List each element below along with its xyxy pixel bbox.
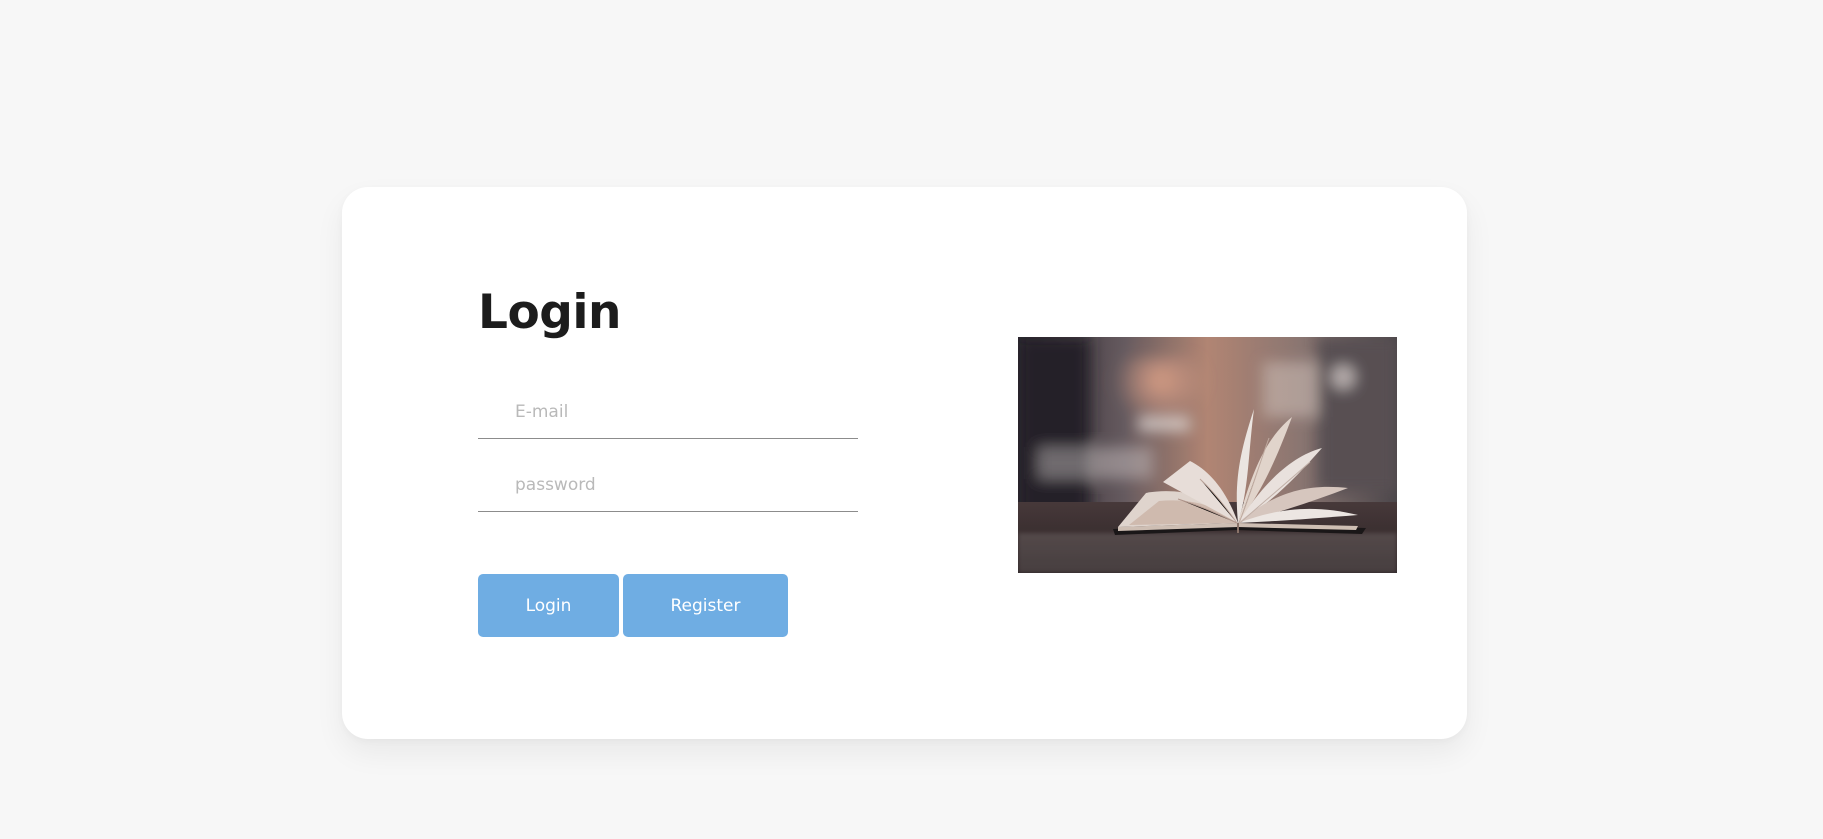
password-field-container xyxy=(478,467,858,512)
email-field[interactable] xyxy=(515,402,845,422)
open-book-photo xyxy=(1018,337,1397,573)
email-field-container xyxy=(478,394,858,439)
password-field[interactable] xyxy=(515,475,845,495)
login-card: Login Login Register xyxy=(342,187,1467,739)
register-button[interactable]: Register xyxy=(623,574,788,637)
page-title: Login xyxy=(478,285,621,340)
login-button[interactable]: Login xyxy=(478,574,619,637)
